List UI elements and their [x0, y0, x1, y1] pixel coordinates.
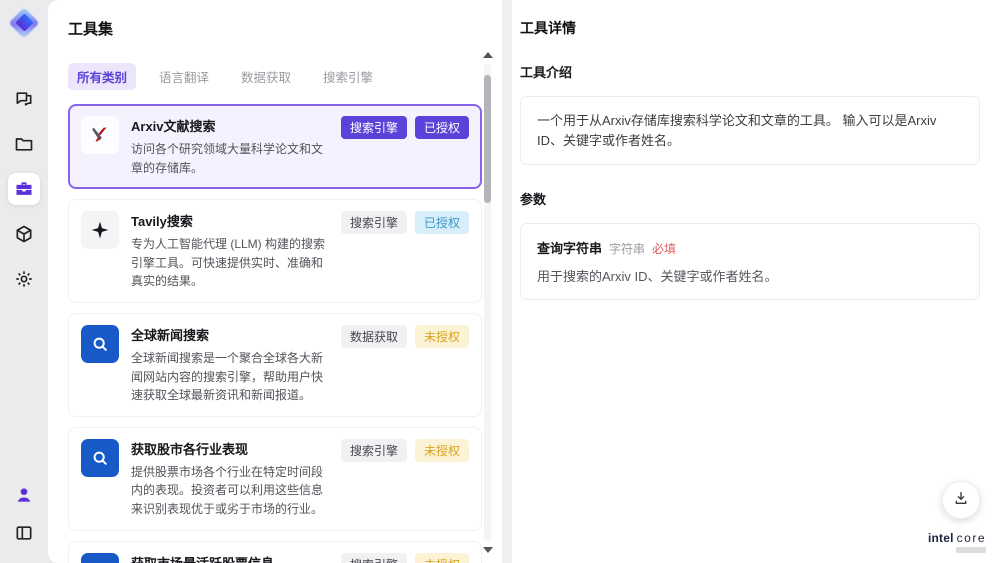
- rail-item-files[interactable]: [8, 128, 40, 160]
- tab-all-categories[interactable]: 所有类别: [68, 63, 137, 90]
- intro-heading: 工具介绍: [520, 65, 573, 80]
- news-search-icon: [81, 324, 119, 363]
- category-badge: 搜索引擎: [340, 438, 407, 462]
- scrollbar-down-arrow-icon[interactable]: [483, 547, 493, 553]
- category-badge: 搜索引擎: [340, 211, 407, 235]
- auth-status-badge: 已授权: [414, 211, 469, 235]
- list-scrollbar: [483, 52, 493, 553]
- intro-box: 一个用于从Arxiv存储库搜索科学论文和文章的工具。 输入可以是Arxiv ID…: [520, 96, 980, 165]
- rail-item-settings[interactable]: [8, 263, 40, 295]
- tool-card-title: 获取股市各行业表现: [131, 441, 249, 457]
- arxiv-icon: [81, 116, 119, 154]
- rail-item-collapse[interactable]: [8, 517, 40, 549]
- tool-card[interactable]: Arxiv文献搜索 访问各个研究领域大量科学论文和文章的存储库。 搜索引擎 已授…: [68, 104, 482, 190]
- folder-icon: [14, 134, 34, 154]
- rail-item-models[interactable]: [8, 218, 40, 250]
- tool-card-desc: 专为人工智能代理 (LLM) 构建的搜索引擎工具。可快速提供实时、准确和真实的结…: [131, 237, 326, 289]
- tool-card-title: 全球新闻搜索: [131, 327, 210, 343]
- tool-card[interactable]: Tavily搜索 专为人工智能代理 (LLM) 构建的搜索引擎工具。可快速提供实…: [68, 199, 482, 303]
- chat-icon: [14, 89, 34, 109]
- page-title: 工具集: [68, 21, 114, 38]
- brand-sub-badge: [956, 547, 986, 553]
- param-required-badge: 必填: [652, 242, 677, 256]
- panel-layout-icon: [14, 523, 34, 543]
- tool-card-title: 获取市场最活跃股票信息: [131, 553, 329, 563]
- app-window: 工具集 所有类别 语言翻译 数据获取 搜索引擎 Arxiv文献搜索 访问各个研究领域大…: [0, 0, 1000, 563]
- tool-card-desc: 访问各个研究领域大量科学论文和文章的存储库。: [131, 142, 324, 175]
- intro-text: 一个用于从Arxiv存储库搜索科学论文和文章的工具。 输入可以是Arxiv ID…: [537, 113, 937, 148]
- brand-intel-text: intel: [927, 531, 954, 545]
- app-logo[interactable]: [7, 7, 41, 41]
- tool-card[interactable]: 获取市场最活跃股票信息 提供当天交易量最高的股票列表。投资者可以利用这些信息来识…: [68, 540, 482, 563]
- stock-sector-icon: [81, 438, 119, 477]
- tool-card[interactable]: 全球新闻搜索 全球新闻搜索是一个聚合全球各大新闻网站内容的搜索引擎，帮助用户快速…: [68, 312, 482, 417]
- category-badge: 搜索引擎: [340, 116, 407, 139]
- tools-list-pane: 工具集 所有类别 语言翻译 数据获取 搜索引擎 Arxiv文献搜索 访问各个研究领域大…: [48, 0, 502, 563]
- tool-card-title: Tavily搜索: [131, 214, 193, 230]
- auth-status-badge: 未授权: [414, 324, 469, 348]
- tool-card-title: Arxiv文献搜索: [131, 119, 216, 134]
- tool-card-desc: 提供股票市场各个行业在特定时间段内的表现。投资者可以利用这些信息来识别表现优于或…: [131, 464, 324, 516]
- download-icon: [953, 490, 969, 511]
- scrollbar-up-arrow-icon[interactable]: [483, 52, 493, 58]
- tab-category-3[interactable]: 搜索引擎: [314, 63, 382, 90]
- main-surface: 工具集 所有类别 语言翻译 数据获取 搜索引擎 Arxiv文献搜索 访问各个研究领域大…: [48, 0, 1000, 563]
- tavily-star-icon: [81, 211, 119, 250]
- gear-icon: [14, 269, 34, 289]
- tab-category-1[interactable]: 语言翻译: [150, 63, 218, 90]
- auth-status-badge: 已授权: [414, 116, 469, 139]
- tool-card-list: Arxiv文献搜索 访问各个研究领域大量科学论文和文章的存储库。 搜索引擎 已授…: [68, 104, 482, 563]
- user-icon: [14, 485, 34, 505]
- param-name: 查询字符串: [537, 241, 603, 256]
- rail-item-profile[interactable]: [8, 479, 40, 511]
- cube-icon: [14, 224, 34, 244]
- pane-divider: [502, 0, 512, 563]
- param-box: 查询字符串 字符串 必填 用于搜索的Arxiv ID、关键字或作者姓名。: [520, 223, 980, 300]
- intel-core-logo: intel core: [928, 531, 986, 553]
- tab-category-2[interactable]: 数据获取: [232, 63, 300, 90]
- category-badge: 搜索引擎: [340, 552, 407, 563]
- active-stock-icon: [81, 552, 119, 563]
- briefcase-icon: [14, 179, 34, 199]
- detail-title: 工具详情: [520, 20, 576, 36]
- auth-status-badge: 未授权: [414, 552, 469, 563]
- rail-item-chat[interactable]: [8, 83, 40, 115]
- left-rail: [0, 0, 48, 563]
- tool-card-desc: 全球新闻搜索是一个聚合全球各大新闻网站内容的搜索引擎，帮助用户快速获取全球最新资…: [131, 350, 324, 403]
- scrollbar-thumb[interactable]: [484, 75, 491, 203]
- params-heading: 参数: [520, 192, 547, 207]
- brand-core-text: core: [956, 531, 986, 545]
- category-badge: 数据获取: [340, 324, 407, 348]
- category-tabs: 所有类别 语言翻译 数据获取 搜索引擎: [68, 63, 502, 90]
- rail-item-toolbox[interactable]: [8, 173, 40, 205]
- auth-status-badge: 未授权: [414, 438, 469, 462]
- tool-detail-pane: 工具详情 工具介绍 一个用于从Arxiv存储库搜索科学论文和文章的工具。 输入可…: [512, 0, 1000, 563]
- tool-card[interactable]: 获取股市各行业表现 提供股票市场各个行业在特定时间段内的表现。投资者可以利用这些…: [68, 426, 482, 531]
- download-button[interactable]: [942, 481, 980, 519]
- param-desc: 用于搜索的Arxiv ID、关键字或作者姓名。: [537, 269, 778, 284]
- param-type: 字符串: [609, 242, 646, 256]
